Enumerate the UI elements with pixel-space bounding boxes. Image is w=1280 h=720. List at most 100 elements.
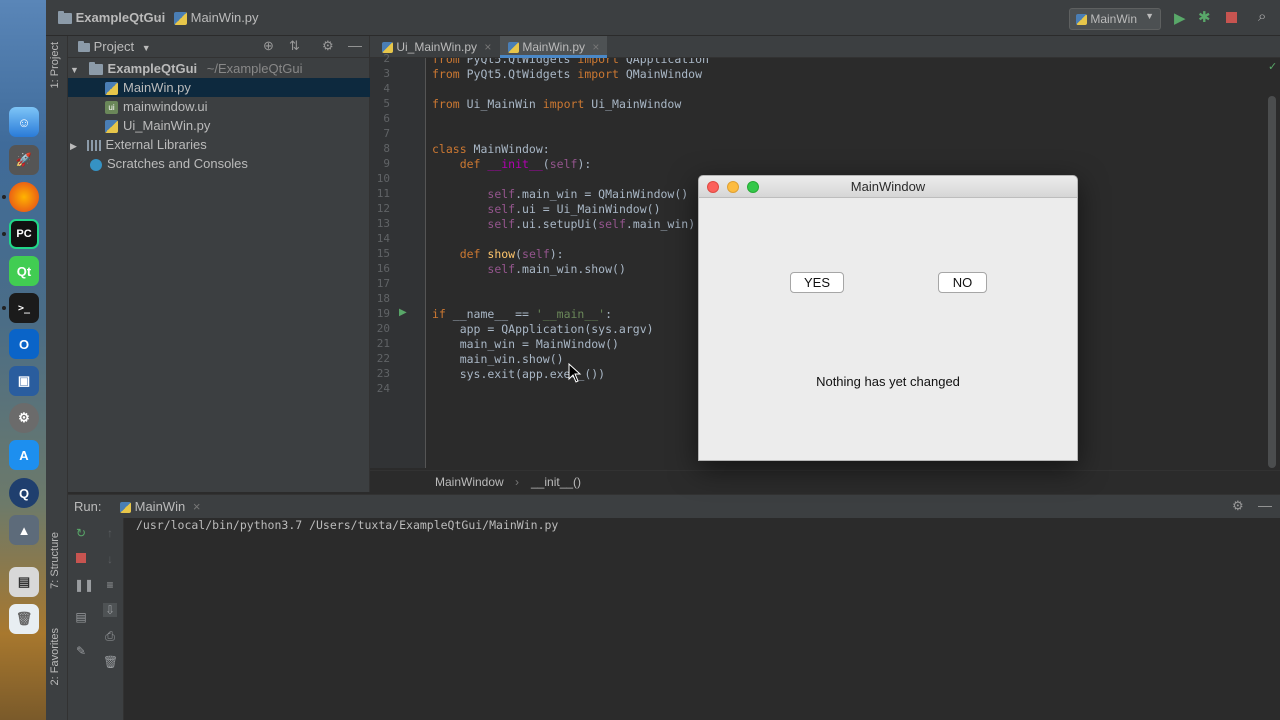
tab-mainwin-py[interactable]: MainWin.py × — [500, 36, 608, 58]
soft-wrap-icon[interactable]: ≡ — [103, 578, 117, 592]
down-arrow-icon[interactable]: ↓ — [103, 552, 117, 566]
close-icon[interactable]: × — [592, 40, 599, 54]
scratches-icon — [90, 158, 102, 171]
external-libraries-label: External Libraries — [105, 137, 207, 152]
nav-crumb-file[interactable]: MainWin.py — [174, 10, 259, 26]
python-file-icon — [120, 502, 131, 514]
run-icon[interactable]: ▶ — [1174, 9, 1186, 27]
tree-item-root[interactable]: ▼ ExampleQtGui ~/ExampleQtGui — [68, 59, 370, 78]
rocket-app-icon[interactable]: ▲ — [9, 515, 39, 545]
tab-structure[interactable]: 7: Structure — [49, 532, 61, 589]
stop-icon[interactable] — [1226, 12, 1237, 23]
line-number: 23 — [376, 367, 390, 380]
virtualbox-icon[interactable]: ▣ — [9, 366, 39, 396]
outlook-icon[interactable]: O — [9, 329, 39, 359]
firefox-icon[interactable] — [9, 182, 39, 212]
collapse-all-icon[interactable]: ⇅ — [289, 38, 300, 54]
tab-label: Ui_MainWin.py — [396, 40, 478, 54]
gear-icon[interactable]: ⚙ — [1232, 498, 1244, 514]
code-line: self.ui.setupUi(self.main_win) — [487, 217, 696, 231]
tree-item-mainwindow-ui[interactable]: ui mainwindow.ui — [68, 97, 370, 116]
tree-item-external-libraries[interactable]: ▶ External Libraries — [68, 135, 370, 154]
breadcrumb-separator: › — [515, 475, 519, 489]
layout-icon[interactable]: ▤ — [74, 610, 88, 624]
tab-project[interactable]: 1: Project — [49, 42, 61, 88]
line-number: 5 — [383, 97, 390, 110]
line-number: 21 — [376, 337, 390, 350]
line-number-gutter: 2 3 4 5 6 7 8 9 10 11 12 13 14 15 16 17 … — [370, 52, 426, 468]
editor-scrollbar[interactable] — [1268, 96, 1276, 468]
nav-crumb-project[interactable]: ExampleQtGui — [58, 10, 165, 25]
close-icon[interactable]: × — [484, 40, 491, 54]
scratches-label: Scratches and Consoles — [107, 156, 248, 171]
hide-icon[interactable]: — — [1258, 497, 1272, 513]
python-file-icon — [1076, 14, 1087, 26]
code-line: from Ui_MainWin import Ui_MainWindow — [432, 97, 682, 111]
close-window-icon[interactable] — [707, 181, 719, 193]
run-panel-label: Run: — [74, 499, 102, 514]
trash-icon[interactable]: 🗑 — [103, 655, 118, 669]
tab-label: MainWin.py — [522, 40, 586, 54]
project-panel-title: Project — [93, 39, 135, 54]
python-file-icon — [508, 42, 519, 54]
line-number: 7 — [383, 127, 390, 140]
trash-icon[interactable]: 🗑 — [9, 604, 39, 634]
code-line: app = QApplication(sys.argv) — [432, 322, 654, 336]
run-console-output[interactable]: /usr/local/bin/python3.7 /Users/tuxta/Ex… — [124, 518, 1280, 720]
terminal-icon[interactable]: >_ — [9, 293, 39, 323]
quicktime-icon[interactable]: Q — [9, 478, 39, 508]
python-file-icon — [105, 120, 118, 134]
run-config-label: MainWin — [1090, 12, 1138, 26]
tab-ui-mainwin-py[interactable]: Ui_MainWin.py × — [374, 36, 499, 58]
tree-item-ui-mainwin-py[interactable]: Ui_MainWin.py — [68, 116, 370, 135]
nav-project-name: ExampleQtGui — [75, 10, 166, 25]
code-line: def __init__(self): — [459, 157, 592, 171]
rerun-icon[interactable]: ↻ — [74, 526, 88, 540]
pycharm-icon[interactable]: PC — [9, 219, 39, 249]
maximize-window-icon[interactable] — [747, 181, 759, 193]
search-icon[interactable]: ⌕ — [1258, 8, 1266, 25]
launchpad-icon[interactable]: 🚀 — [9, 145, 39, 175]
run-configuration-select[interactable]: MainWin ▼ — [1069, 8, 1161, 30]
breadcrumb-class[interactable]: MainWindow — [435, 475, 504, 489]
finder-icon[interactable]: ☺ — [9, 107, 39, 137]
library-icon — [86, 140, 101, 152]
downloads-stack-icon[interactable]: ▤ — [9, 567, 39, 597]
mac-dock: ☺ 🚀 PC Qt >_ O ▣ ⚙ A Q ▲ ▤ 🗑 — [0, 0, 46, 720]
yes-button[interactable]: YES — [790, 272, 844, 293]
stop-icon[interactable] — [76, 553, 86, 563]
navigation-bar: ExampleQtGui › MainWin.py MainWin ▼ ▶ ✱ … — [46, 0, 1280, 36]
system-preferences-icon[interactable]: ⚙ — [9, 403, 39, 433]
run-config-tab[interactable]: MainWin × — [120, 499, 200, 514]
console-line: /usr/local/bin/python3.7 /Users/tuxta/Ex… — [136, 518, 559, 532]
chevron-down-icon: ▼ — [141, 43, 151, 53]
run-gutter-icon[interactable]: ▶ — [399, 307, 407, 318]
gear-icon[interactable]: ⚙ — [322, 38, 334, 54]
pause-icon[interactable]: ❚❚ — [74, 578, 94, 592]
tree-item-scratches[interactable]: Scratches and Consoles — [68, 154, 370, 173]
code-line: class MainWindow: — [432, 142, 550, 156]
up-arrow-icon[interactable]: ↑ — [103, 526, 117, 540]
debug-icon[interactable]: ✱ — [1198, 8, 1211, 26]
minimize-window-icon[interactable] — [727, 181, 739, 193]
line-number: 11 — [376, 187, 390, 200]
qt-window-titlebar[interactable]: MainWindow — [699, 176, 1077, 198]
folder-icon — [58, 11, 72, 25]
line-number: 6 — [383, 112, 390, 125]
project-view-select[interactable]: Project ▼ — [78, 39, 151, 54]
scroll-to-end-icon[interactable]: ⇩ — [103, 603, 117, 617]
line-number: 19 — [376, 307, 390, 320]
locate-icon[interactable]: ⊕ — [263, 38, 274, 54]
pin-icon[interactable]: ✎ — [74, 644, 88, 658]
close-icon[interactable]: × — [193, 499, 201, 514]
no-button[interactable]: NO — [938, 272, 987, 293]
tree-item-mainwin-py[interactable]: MainWin.py — [68, 78, 370, 97]
python-file-icon — [174, 12, 187, 26]
breadcrumb-method[interactable]: __init__() — [531, 475, 581, 489]
line-number: 3 — [383, 67, 390, 80]
tab-favorites[interactable]: 2: Favorites — [49, 628, 61, 685]
hide-icon[interactable]: — — [348, 37, 362, 53]
qt-creator-icon[interactable]: Qt — [9, 256, 39, 286]
app-store-icon[interactable]: A — [9, 440, 39, 470]
print-icon[interactable]: ⎙ — [103, 629, 117, 643]
